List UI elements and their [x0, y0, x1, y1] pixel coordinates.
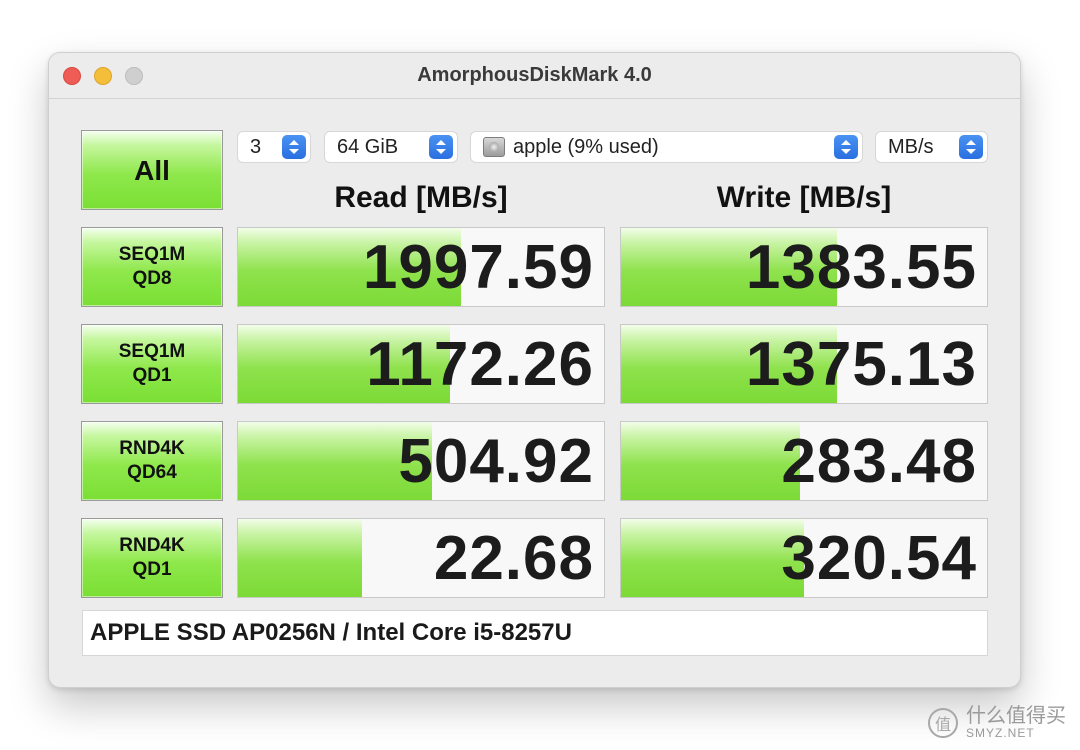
read-column-header: Read [MB/s] — [334, 181, 508, 214]
test-name-line1: RND4K — [119, 535, 185, 557]
up-down-chevron-icon — [429, 135, 453, 159]
up-down-chevron-icon — [834, 135, 858, 159]
read-result-value: 504.92 — [398, 426, 594, 496]
test-count-select[interactable]: 3 — [237, 131, 311, 163]
write-result-value: 1383.55 — [745, 232, 977, 302]
run-seq1m-qd1-button[interactable]: SEQ1M QD1 — [81, 324, 223, 404]
write-result-value: 1375.13 — [745, 329, 977, 399]
write-result-cell: 1375.13 — [620, 324, 988, 404]
target-disk-value: apple (9% used) — [513, 135, 659, 158]
device-info-field[interactable]: APPLE SSD AP0256N / Intel Core i5-8257U — [82, 610, 988, 656]
write-progress-bar — [621, 519, 804, 597]
test-name-line1: SEQ1M — [118, 341, 186, 363]
device-info-text: APPLE SSD AP0256N / Intel Core i5-8257U — [90, 619, 572, 646]
test-size-select[interactable]: 64 GiB — [324, 131, 458, 163]
write-result-cell: 320.54 — [620, 518, 988, 598]
write-progress-bar — [621, 422, 801, 500]
run-all-label: All — [134, 154, 170, 186]
run-rnd4k-qd1-button[interactable]: RND4K QD1 — [81, 518, 223, 598]
unit-select[interactable]: MB/s — [875, 131, 988, 163]
run-rnd4k-qd64-button[interactable]: RND4K QD64 — [81, 421, 223, 501]
test-name-line2: QD1 — [132, 365, 172, 386]
read-result-cell: 504.92 — [237, 421, 605, 501]
test-name-line1: SEQ1M — [118, 244, 186, 266]
app-window: AmorphousDiskMark 4.0 All 3 64 GiB apple… — [48, 52, 1021, 688]
read-progress-bar — [238, 519, 363, 597]
unit-value: MB/s — [888, 135, 934, 158]
write-result-cell: 283.48 — [620, 421, 988, 501]
read-result-value: 1172.26 — [366, 329, 594, 399]
test-name-line2: QD1 — [132, 559, 172, 580]
hard-disk-icon — [483, 137, 505, 157]
read-result-value: 1997.59 — [362, 232, 594, 302]
main-content: All 3 64 GiB apple (9% used) MB/s Read [… — [49, 100, 1020, 687]
read-result-value: 22.68 — [433, 523, 594, 593]
test-size-value: 64 GiB — [337, 135, 399, 158]
value-logo-icon: 值 — [928, 708, 958, 739]
write-result-value: 320.54 — [781, 523, 977, 593]
watermark-text: 什么值得买 — [966, 705, 1066, 728]
title-bar: AmorphousDiskMark 4.0 — [49, 53, 1020, 99]
test-name-line2: QD8 — [132, 268, 172, 289]
target-disk-select[interactable]: apple (9% used) — [470, 131, 863, 163]
watermark-subtext: SMYZ.NET — [966, 726, 1035, 741]
read-result-cell: 1172.26 — [237, 324, 605, 404]
test-count-value: 3 — [250, 135, 262, 158]
read-result-cell: 1997.59 — [237, 227, 605, 307]
up-down-chevron-icon — [959, 135, 983, 159]
window-title: AmorphousDiskMark 4.0 — [417, 64, 652, 86]
read-result-cell: 22.68 — [237, 518, 605, 598]
up-down-chevron-icon — [282, 135, 306, 159]
run-seq1m-qd8-button[interactable]: SEQ1M QD8 — [81, 227, 223, 307]
test-name-line1: RND4K — [119, 438, 185, 460]
write-result-value: 283.48 — [781, 426, 977, 496]
run-all-button[interactable]: All — [81, 130, 223, 210]
write-column-header: Write [MB/s] — [716, 181, 892, 214]
site-watermark: 值 什么值得买 SMYZ.NET — [928, 706, 1066, 740]
write-result-cell: 1383.55 — [620, 227, 988, 307]
test-name-line2: QD64 — [127, 462, 177, 483]
